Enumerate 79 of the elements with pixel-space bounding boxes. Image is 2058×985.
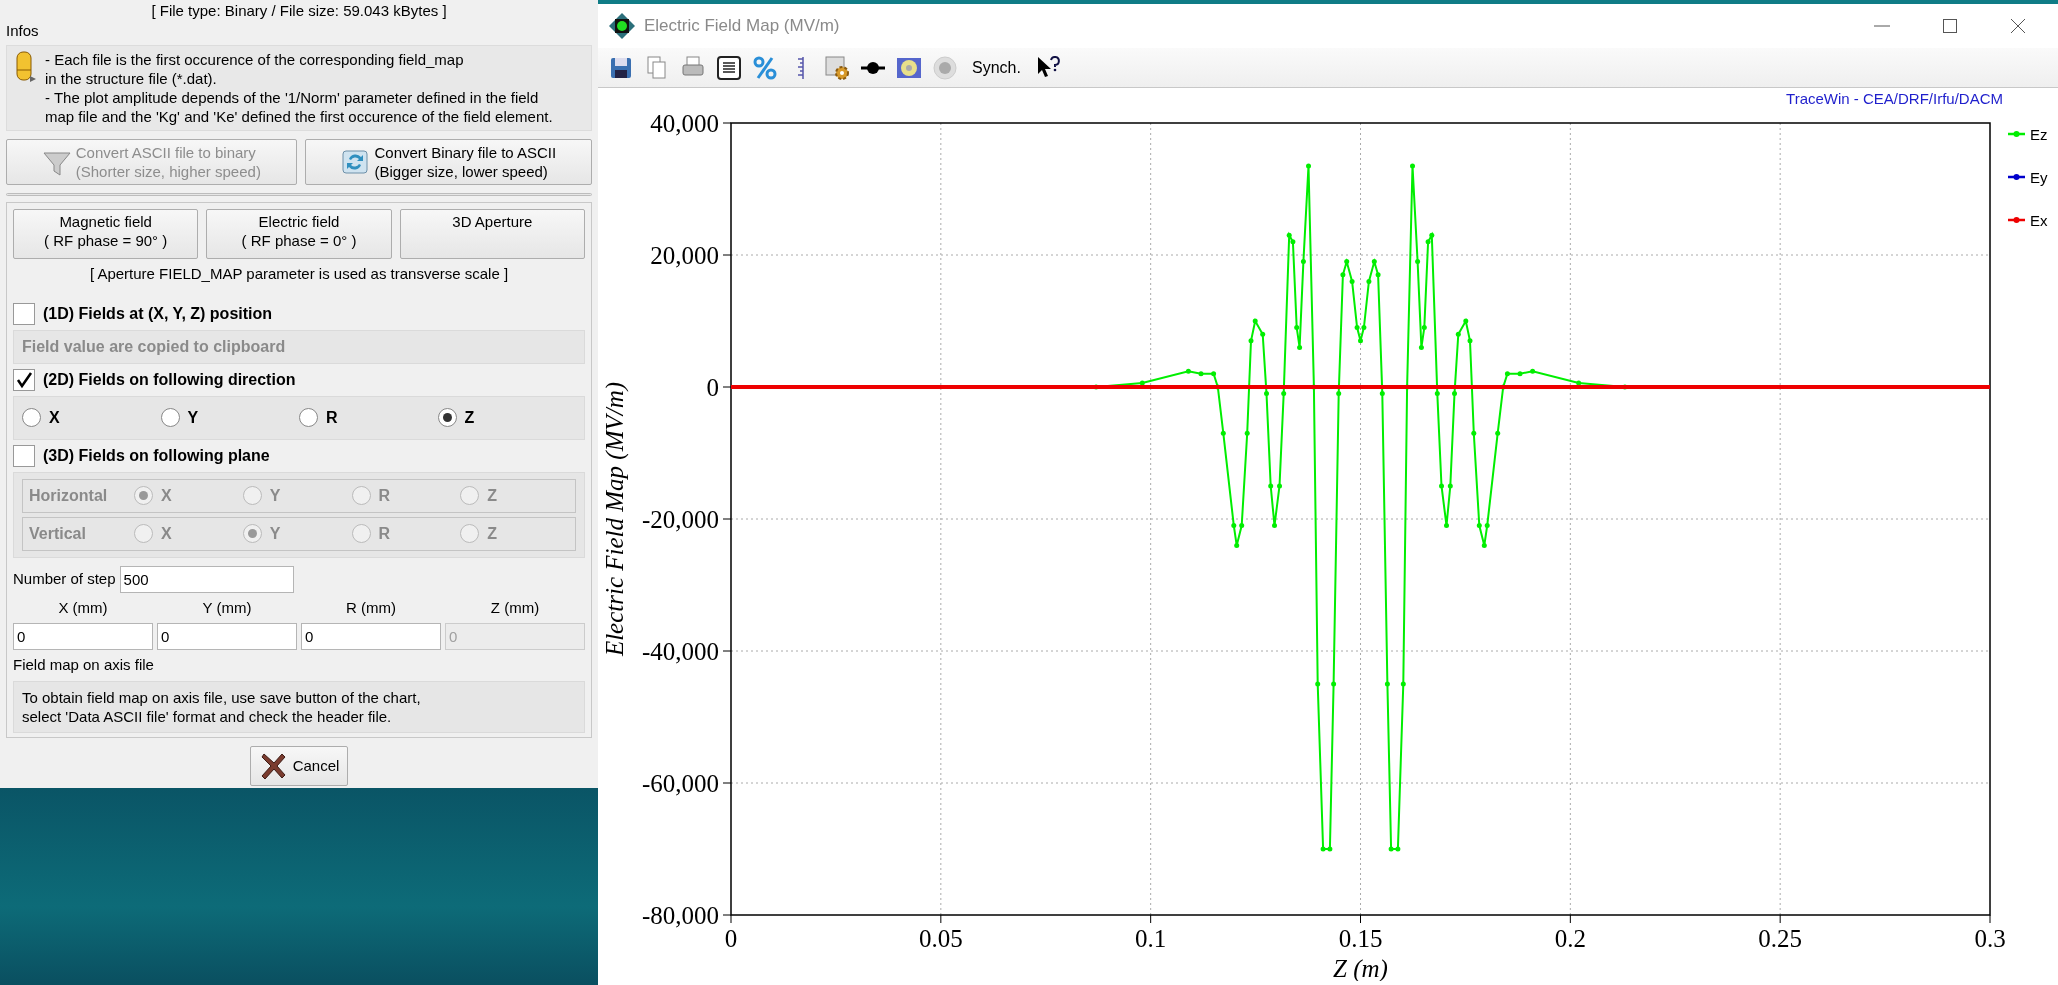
synch-button[interactable]: Synch.	[966, 55, 1027, 80]
legend-label: Ez	[2030, 126, 2048, 143]
minimize-icon	[1874, 25, 1890, 27]
note-text: [ Aperture FIELD_MAP parameter is used as transverse scale ]	[89, 265, 509, 282]
hint-text: To obtain field map on axis file, use save button of the chart, select 'Data ASCII file' format and check the header file.	[22, 687, 422, 726]
list-icon	[716, 54, 742, 81]
tick-label: 0.2	[1554, 925, 1586, 952]
tick-label: 0.25	[1758, 925, 1803, 952]
radio-label: X	[161, 523, 172, 544]
row-label: Vertical	[29, 523, 87, 544]
ruler-icon	[797, 54, 805, 81]
legend-swatch	[2008, 217, 2025, 223]
capsule-icon	[13, 49, 37, 84]
tick-label: 0.05	[918, 925, 963, 952]
credit-text: TraceWin - CEA/DRF/Irfu/DACM	[1786, 90, 2003, 107]
tick-label: 0.3	[1974, 925, 2006, 952]
window-title: Electric Field Map (MV/m)	[644, 15, 841, 38]
radio-label: X	[49, 407, 60, 428]
radio-label: Y	[187, 407, 199, 428]
hint-text: Field value are copied to clipboard	[22, 337, 286, 355]
radio-label: X	[161, 485, 172, 506]
tick-label: 0.15	[1338, 925, 1383, 952]
input-field[interactable]: 0	[157, 623, 297, 650]
input-field[interactable]: 0	[301, 623, 441, 650]
radio-label: R	[378, 523, 391, 544]
radio-label: Y	[269, 523, 281, 544]
radio-label: R	[378, 485, 391, 506]
tick-label: 0	[706, 374, 719, 401]
tick-label: 0	[724, 925, 738, 952]
gear-icon	[824, 54, 850, 81]
section-label: Infos	[6, 22, 39, 39]
radio-label: Z	[487, 485, 498, 506]
row-label: Horizontal	[29, 485, 109, 506]
tick-label: -20,000	[641, 506, 719, 533]
mode-button[interactable]: Magnetic field ( RF phase = 90° )	[13, 209, 199, 259]
radio-label: Z	[464, 407, 475, 428]
radio-button[interactable]	[299, 408, 318, 427]
percent-icon	[752, 54, 778, 81]
checkbox-label: (2D) Fields on following direction	[43, 369, 296, 390]
radio-button[interactable]	[160, 408, 180, 427]
tick-label: 40,000	[650, 110, 719, 137]
tick-label: 20,000	[650, 242, 719, 269]
radio-button[interactable]	[437, 408, 457, 427]
check-icon	[15, 370, 33, 389]
field-label: X (mm)	[58, 598, 108, 616]
field-label: Y (mm)	[202, 598, 252, 616]
legend-swatch	[2008, 131, 2025, 137]
disc-icon	[932, 54, 958, 81]
checkbox-label: (3D) Fields on following plane	[43, 445, 270, 466]
axis-title: Electric Field Map (MV/m)	[601, 381, 628, 657]
mode-button[interactable]: 3D Aperture	[399, 209, 585, 259]
convert-button[interactable]: Convert Binary file to ASCII (Bigger size, lower speed)	[304, 138, 592, 185]
mode-button[interactable]: Electric field ( RF phase = 0° )	[206, 209, 392, 259]
checkbox[interactable]	[13, 302, 35, 325]
checkbox[interactable]	[13, 368, 35, 391]
cancel-button[interactable]: Cancel	[249, 745, 349, 786]
radio-button[interactable]	[22, 408, 41, 427]
file-info-text: [ File type: Binary / File size: 59.043 kBytes ]	[150, 2, 448, 20]
tick-label: 0.1	[1135, 925, 1167, 952]
section-label: Field map on axis file	[13, 656, 154, 673]
info-text: - Each file is the first occurence of the corresponding field_map in the structure file (*.dat). - The plot amplitude depends of the '1/Norm' parameter defined in the field map file and the 'Kg' and 'Ke' defined the first occurence of the field element.	[45, 49, 553, 126]
input-field[interactable]: 0	[13, 623, 153, 650]
radio-label: R	[326, 407, 338, 428]
app-icon	[608, 12, 636, 40]
tick-label: -60,000	[641, 770, 719, 797]
tick-label: -40,000	[641, 638, 719, 665]
radio-label: Y	[269, 485, 281, 506]
legend-swatch	[2008, 174, 2025, 180]
maximize-icon	[1941, 17, 1959, 35]
field-label: R (mm)	[346, 598, 396, 616]
field-label: Number of step	[13, 568, 116, 589]
legend-label: Ex	[2030, 212, 2048, 229]
checkbox-label: (1D) Fields at (X, Y, Z) position	[43, 303, 273, 324]
close-icon	[2009, 17, 2027, 35]
tick-label: -80,000	[641, 902, 719, 929]
radio-label: Z	[487, 523, 498, 544]
legend-label: Ey	[2030, 169, 2048, 186]
field-label: Z (mm)	[490, 598, 540, 616]
input-field[interactable]: 500	[119, 565, 294, 593]
